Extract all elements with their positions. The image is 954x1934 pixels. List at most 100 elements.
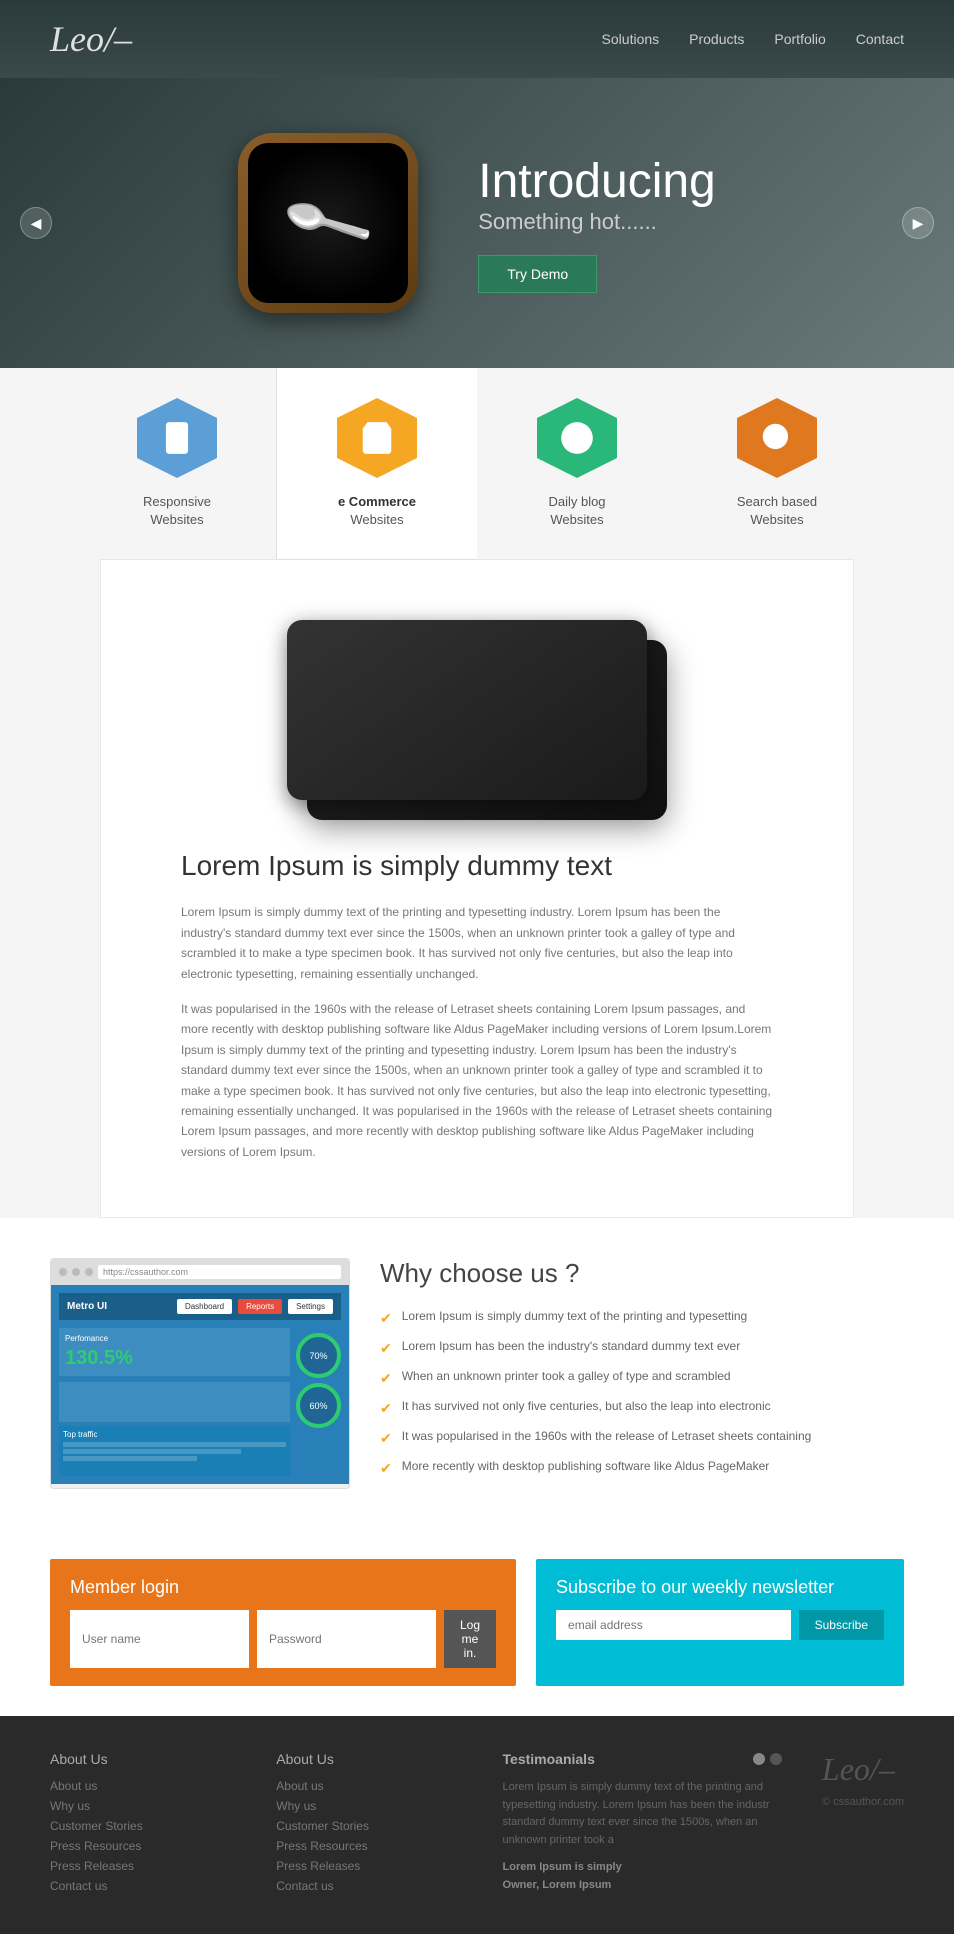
footer-link[interactable]: Why us [276, 1799, 462, 1813]
screenshot-tab-red: Reports [238, 1299, 282, 1314]
header: Leo/– Solutions Products Portfolio Conta… [0, 0, 954, 78]
spoon-icon: 🥄 [278, 174, 378, 273]
performance-box: Perfomance 130.5% [59, 1328, 290, 1376]
hero-section: ◀ 🥄 Introducing Something hot...... Try … [0, 78, 954, 368]
screenshot-tab: Dashboard [177, 1299, 232, 1314]
footer-link[interactable]: Press Releases [276, 1859, 462, 1873]
blog-label: Daily blogWebsites [548, 493, 605, 529]
footer-link[interactable]: Why us [50, 1799, 236, 1813]
member-login-title: Member login [70, 1577, 496, 1598]
perf-label: Perfomance [65, 1334, 284, 1343]
testimonial-dot[interactable] [753, 1753, 765, 1765]
why-item: ✔ Lorem Ipsum is simply dummy text of th… [380, 1309, 904, 1327]
footer-link[interactable]: Contact us [276, 1879, 462, 1893]
ecommerce-label: e Commerce Websites [338, 493, 416, 529]
footer-link[interactable]: Contact us [50, 1879, 236, 1893]
content-section: Lorem Ipsum is simply dummy text Lorem I… [100, 559, 854, 1218]
why-section: https://cssauthor.com Metro UI Dashboard… [0, 1218, 954, 1529]
hero-subtitle: Something hot...... [478, 209, 716, 235]
browser-dot [59, 1268, 67, 1276]
footer-link[interactable]: Press Resources [276, 1839, 462, 1853]
content-para2: It was popularised in the 1960s with the… [181, 999, 773, 1162]
footer-link[interactable]: Customer Stories [276, 1819, 462, 1833]
cart-icon [358, 419, 396, 457]
screenshot-header: Metro UI Dashboard Reports Settings [59, 1293, 341, 1320]
content-para1: Lorem Ipsum is simply dummy text of the … [181, 902, 773, 984]
footer-link[interactable]: Press Releases [50, 1859, 236, 1873]
try-demo-button[interactable]: Try Demo [478, 255, 597, 293]
why-heading: Why choose us ? [380, 1258, 904, 1289]
testimonial-author-2: Owner, Lorem Ipsum [503, 1879, 612, 1891]
tab-responsive[interactable]: ResponsiveWebsites [77, 368, 277, 559]
browser-bar: https://cssauthor.com [51, 1259, 349, 1285]
search-label: Search basedWebsites [737, 493, 817, 529]
testimonial-dot[interactable] [770, 1753, 782, 1765]
blog-icon [537, 398, 617, 478]
why-item: ✔ It was popularised in the 1960s with t… [380, 1429, 904, 1447]
check-icon: ✔ [380, 1310, 392, 1327]
tab-search[interactable]: Search basedWebsites [677, 368, 877, 559]
nav-solutions[interactable]: Solutions [602, 31, 660, 47]
hero-content: 🥄 Introducing Something hot...... Try De… [238, 133, 716, 313]
footer-col-1: About Us About us Why us Customer Storie… [50, 1751, 236, 1899]
hero-app-icon: 🥄 [238, 133, 418, 313]
chart-circle-2: 60% [296, 1383, 341, 1428]
check-icon: ✔ [380, 1400, 392, 1417]
responsive-label: ResponsiveWebsites [143, 493, 211, 529]
why-item: ✔ It has survived not only five centurie… [380, 1399, 904, 1417]
app-name: Metro UI [67, 1301, 107, 1312]
browser-dot [72, 1268, 80, 1276]
tablet-front [287, 620, 647, 800]
email-input[interactable] [556, 1610, 791, 1640]
screenshot-body: Metro UI Dashboard Reports Settings Perf… [51, 1285, 349, 1484]
why-item: ✔ Lorem Ipsum has been the industry's st… [380, 1339, 904, 1357]
hero-title: Introducing [478, 154, 716, 209]
newsletter-title: Subscribe to our weekly newsletter [556, 1577, 884, 1598]
footer-col-2: About Us About us Why us Customer Storie… [276, 1751, 462, 1899]
subscribe-button[interactable]: Subscribe [799, 1610, 884, 1640]
search-icon [758, 419, 796, 457]
tab-ecommerce[interactable]: e Commerce Websites [277, 368, 477, 559]
perf-value: 130.5% [65, 1347, 284, 1370]
hero-prev-button[interactable]: ◀ [20, 207, 52, 239]
testimonial-nav [753, 1753, 782, 1765]
hero-next-button[interactable]: ▶ [902, 207, 934, 239]
newsletter-fields: Subscribe [556, 1610, 884, 1640]
why-item: ✔ More recently with desktop publishing … [380, 1459, 904, 1477]
login-fields: Log me in. [70, 1610, 496, 1668]
tab-blog[interactable]: Daily blogWebsites [477, 368, 677, 559]
testimonial-author-1: Lorem Ipsum is simply [503, 1861, 622, 1873]
search-tab-icon [737, 398, 817, 478]
chart-circle-1: 70% [296, 1333, 341, 1378]
why-content: Why choose us ? ✔ Lorem Ipsum is simply … [380, 1258, 904, 1489]
footer-link[interactable]: About us [50, 1779, 236, 1793]
responsive-icon [137, 398, 217, 478]
login-button[interactable]: Log me in. [444, 1610, 496, 1668]
check-icon: ✔ [380, 1370, 392, 1387]
password-input[interactable] [257, 1610, 436, 1668]
tablet-icon [158, 419, 196, 457]
ecommerce-icon [337, 398, 417, 478]
browser-dot [85, 1268, 93, 1276]
check-icon: ✔ [380, 1460, 392, 1477]
username-input[interactable] [70, 1610, 249, 1668]
why-screenshot: https://cssauthor.com Metro UI Dashboard… [50, 1258, 350, 1489]
site-logo: Leo/– [50, 18, 132, 60]
nav-products[interactable]: Products [689, 31, 744, 47]
testimonial-text: Lorem Ipsum is simply dummy text of the … [503, 1779, 782, 1849]
nav-portfolio[interactable]: Portfolio [774, 31, 825, 47]
footer-testimonial: Testimoanials Lorem Ipsum is simply dumm… [503, 1751, 782, 1899]
globe-icon [558, 419, 596, 457]
browser-url: https://cssauthor.com [98, 1265, 341, 1279]
member-login-box: Member login Log me in. [50, 1559, 516, 1686]
nav-contact[interactable]: Contact [856, 31, 904, 47]
footer: About Us About us Why us Customer Storie… [0, 1716, 954, 1934]
check-icon: ✔ [380, 1340, 392, 1357]
check-icon: ✔ [380, 1430, 392, 1447]
footer-link[interactable]: Press Resources [50, 1839, 236, 1853]
footer-link[interactable]: Customer Stories [50, 1819, 236, 1833]
tablet-visual [287, 600, 667, 820]
footer-link[interactable]: About us [276, 1779, 462, 1793]
tablet-image [181, 560, 773, 850]
bottom-bars: Member login Log me in. Subscribe to our… [0, 1529, 954, 1716]
